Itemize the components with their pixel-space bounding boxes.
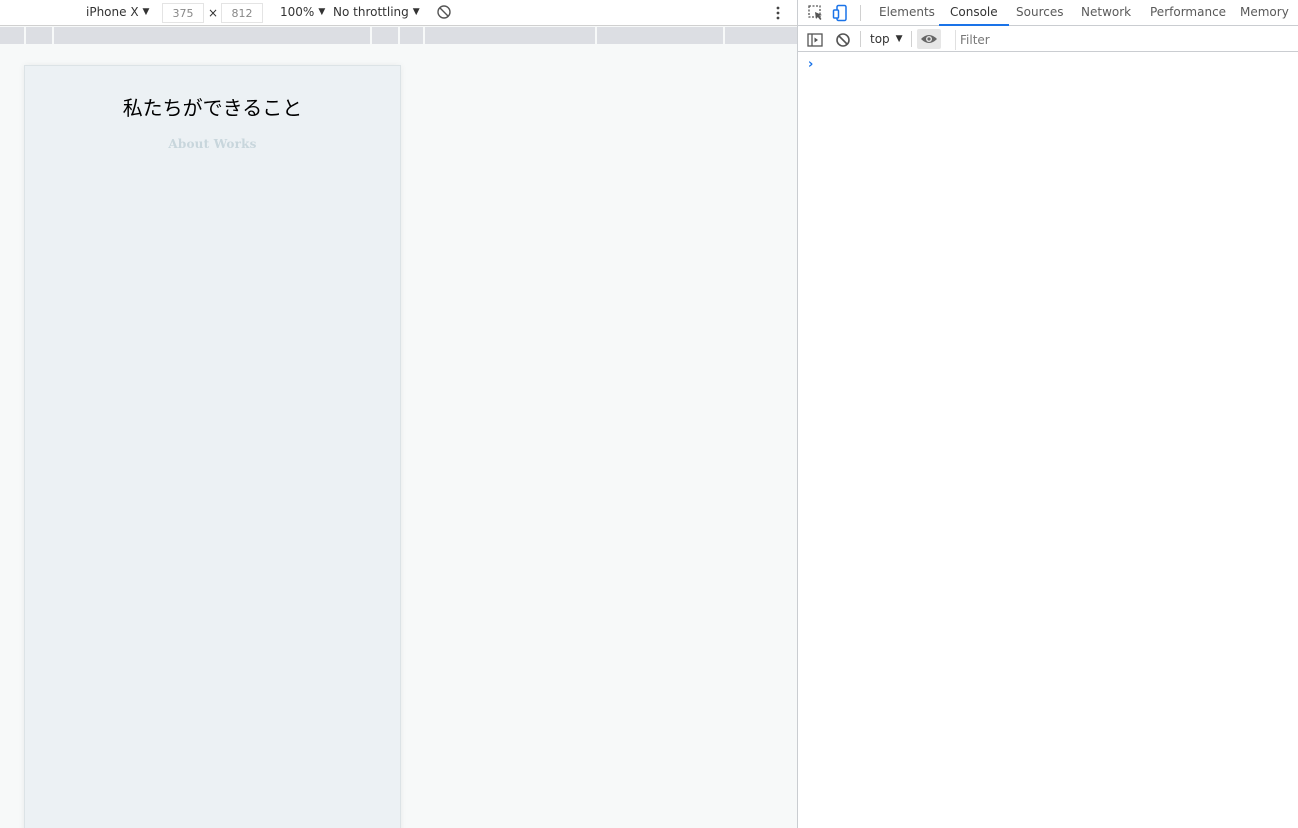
toolbar-divider xyxy=(911,31,912,47)
live-expression-button[interactable] xyxy=(917,29,941,49)
page-title: 私たちができること xyxy=(122,96,303,120)
height-input[interactable] xyxy=(221,3,263,23)
device-emulation-pane: iPhone X ▼ × 100% ▼ No throttling ▼ xyxy=(0,0,797,828)
media-query-segment[interactable] xyxy=(0,27,26,44)
device-selector[interactable]: iPhone X ▼ xyxy=(86,5,149,19)
context-selector[interactable]: top ▼ xyxy=(870,32,903,46)
tab-console[interactable]: Console xyxy=(939,0,1009,26)
tab-elements[interactable]: Elements xyxy=(868,0,946,26)
media-query-bar xyxy=(0,27,797,44)
media-query-segment[interactable] xyxy=(400,27,425,44)
media-query-segment[interactable] xyxy=(372,27,400,44)
throttling-selector[interactable]: No throttling ▼ xyxy=(333,5,420,19)
page-subtitle: About Works xyxy=(168,137,257,151)
clear-console-icon[interactable] xyxy=(834,31,852,49)
more-options-icon[interactable] xyxy=(772,5,784,21)
zoom-selector[interactable]: 100% ▼ xyxy=(280,5,325,19)
console-toolbar: top ▼ xyxy=(798,27,1298,52)
caret-down-icon: ▼ xyxy=(318,7,326,17)
media-query-segment[interactable] xyxy=(597,27,725,44)
device-toolbar-icon[interactable] xyxy=(832,4,850,22)
throttling-value: No throttling xyxy=(333,5,409,19)
media-query-segment[interactable] xyxy=(54,27,372,44)
context-value: top xyxy=(870,32,890,46)
rotate-icon[interactable] xyxy=(436,4,452,20)
device-viewport: 私たちができること About Works xyxy=(24,65,401,828)
caret-down-icon: ▼ xyxy=(412,7,420,17)
browser-window: iPhone X ▼ × 100% ▼ No throttling ▼ xyxy=(0,0,1298,828)
sidebar-toggle-icon[interactable] xyxy=(806,31,824,49)
emulation-toolbar: iPhone X ▼ × 100% ▼ No throttling ▼ xyxy=(0,0,797,26)
media-query-segment[interactable] xyxy=(26,27,54,44)
device-name: iPhone X xyxy=(86,5,139,19)
media-query-segment[interactable] xyxy=(425,27,597,44)
filter-input[interactable] xyxy=(955,30,1298,50)
devtools-tabbar: Elements Console Sources Network Perform… xyxy=(798,0,1298,26)
caret-down-icon: ▼ xyxy=(142,7,150,17)
devtools-panel: Elements Console Sources Network Perform… xyxy=(797,0,1298,828)
zoom-value: 100% xyxy=(280,5,315,19)
toolbar-divider xyxy=(860,31,861,47)
tab-sources[interactable]: Sources xyxy=(1005,0,1074,26)
toolbar-divider xyxy=(860,5,861,21)
tab-network[interactable]: Network xyxy=(1070,0,1142,26)
media-query-segment[interactable] xyxy=(725,27,797,44)
dimension-separator: × xyxy=(208,6,219,20)
caret-down-icon: ▼ xyxy=(895,34,903,44)
tab-performance[interactable]: Performance xyxy=(1139,0,1237,26)
console-prompt[interactable]: › xyxy=(808,57,813,72)
tab-memory[interactable]: Memory xyxy=(1229,0,1298,26)
eye-icon xyxy=(921,35,937,43)
width-input[interactable] xyxy=(162,3,204,23)
inspect-element-icon[interactable] xyxy=(807,4,825,22)
